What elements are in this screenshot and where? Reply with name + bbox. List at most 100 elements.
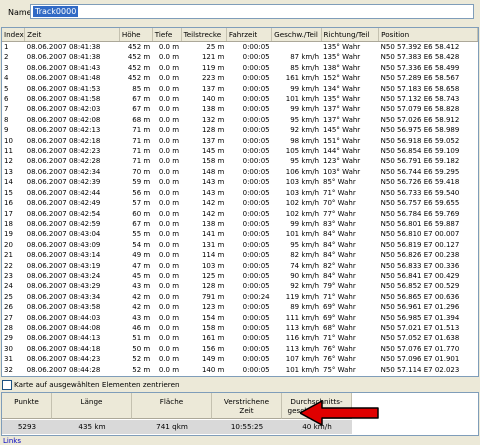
- cell-richtung: 71° Wahr: [323, 188, 356, 197]
- cell-index: 27: [4, 313, 13, 322]
- column-header-fahrzeit[interactable]: Fahrzeit: [226, 28, 273, 42]
- cell-teilstrecke: 128 m: [201, 126, 225, 135]
- cell-index: 3: [4, 63, 9, 72]
- cell-tiefe: 0.0 m: [158, 199, 180, 208]
- table-row[interactable]: 30 08.06.2007 08:44:18 50 m 0.0 m 156 m 0:00:…: [2, 344, 478, 354]
- table-row[interactable]: 16 08.06.2007 08:42:49 57 m 0.0 m 142 m 0:00:…: [2, 198, 478, 208]
- cell-index: 21: [4, 251, 13, 260]
- center-map-checkbox[interactable]: [2, 380, 12, 390]
- cell-hoehe: 43 m: [132, 313, 151, 322]
- table-row[interactable]: 17 08.06.2007 08:42:54 60 m 0.0 m 142 m 0:00:…: [2, 209, 478, 219]
- table-row[interactable]: 15 08.06.2007 08:42:44 56 m 0.0 m 143 m 0:00:…: [2, 188, 478, 198]
- table-row[interactable]: 27 08.06.2007 08:44:03 43 m 0.0 m 154 m 0:00:…: [2, 313, 478, 323]
- table-row[interactable]: 6 08.06.2007 08:41:58 67 m 0.0 m 140 m 0:00:0…: [2, 94, 478, 104]
- table-row[interactable]: 22 08.06.2007 08:43:19 47 m 0.0 m 103 m 0:00:…: [2, 261, 478, 271]
- column-header-geschwindigkeit[interactable]: Geschw./Teil: [271, 28, 322, 42]
- cell-zeit: 08.06.2007 08:42:44: [26, 188, 101, 197]
- cell-richtung: 84° Wahr: [323, 251, 356, 260]
- cell-geschwindigkeit: 106 km/h: [285, 167, 320, 176]
- cell-fahrzeit: 0:00:05: [242, 147, 270, 156]
- column-header-position[interactable]: Position: [378, 28, 478, 42]
- cell-geschwindigkeit: 111 km/h: [285, 313, 320, 322]
- cell-position: N50 56.819 E7 00.127: [380, 240, 460, 249]
- table-row[interactable]: 9 08.06.2007 08:42:13 71 m 0.0 m 128 m 0:00:0…: [2, 125, 478, 135]
- cell-teilstrecke: 791 m: [201, 292, 225, 301]
- column-header-hoehe[interactable]: Höhe: [119, 28, 153, 42]
- cell-tiefe: 0.0 m: [158, 230, 180, 239]
- cell-hoehe: 45 m: [132, 271, 151, 280]
- table-row[interactable]: 24 08.06.2007 08:43:29 43 m 0.0 m 128 m 0:00:…: [2, 281, 478, 291]
- table-row[interactable]: 18 08.06.2007 08:42:59 67 m 0.0 m 138 m 0:00:…: [2, 219, 478, 229]
- table-row[interactable]: 26 08.06.2007 08:43:58 42 m 0.0 m 123 m 0:00:…: [2, 302, 478, 312]
- cell-richtung: 82° Wahr: [323, 261, 356, 270]
- cell-zeit: 08.06.2007 08:42:03: [26, 105, 101, 114]
- cell-richtung: 151° Wahr: [323, 136, 361, 145]
- cell-hoehe: 59 m: [132, 178, 151, 187]
- table-row[interactable]: 3 08.06.2007 08:41:43 452 m 0.0 m 119 m 0:00:…: [2, 63, 478, 73]
- cell-geschwindigkeit: 101 km/h: [285, 95, 320, 104]
- cell-fahrzeit: 0:00:24: [242, 292, 270, 301]
- table-row[interactable]: 29 08.06.2007 08:44:13 51 m 0.0 m 161 m 0:00:…: [2, 333, 478, 343]
- cell-richtung: 135° Wahr: [323, 53, 361, 62]
- table-row[interactable]: 25 08.06.2007 08:43:34 42 m 0.0 m 791 m 0:00:…: [2, 292, 478, 302]
- cell-index: 1: [4, 43, 9, 51]
- cell-fahrzeit: 0:00:05: [242, 219, 270, 228]
- column-header-richtung[interactable]: Richtung/Teil: [321, 28, 380, 42]
- cell-teilstrecke: 131 m: [201, 240, 225, 249]
- cell-geschwindigkeit: 85 km/h: [290, 63, 320, 72]
- cell-richtung: 77° Wahr: [323, 209, 356, 218]
- column-header-teilstrecke[interactable]: Teilstrecke: [181, 28, 227, 42]
- table-row[interactable]: 8 08.06.2007 08:42:08 68 m 0.0 m 132 m 0:00:0…: [2, 115, 478, 125]
- table-row[interactable]: 11 08.06.2007 08:42:23 71 m 0.0 m 145 m 0:00:…: [2, 146, 478, 156]
- cell-geschwindigkeit: 95 km/h: [290, 240, 320, 249]
- table-row[interactable]: 4 08.06.2007 08:41:48 452 m 0.0 m 223 m 0:00:…: [2, 73, 478, 83]
- cell-position: N50 57.183 E6 58.658: [380, 84, 460, 93]
- table-row[interactable]: 31 08.06.2007 08:44:23 52 m 0.0 m 149 m 0:00:…: [2, 354, 478, 364]
- cell-zeit: 08.06.2007 08:41:43: [26, 63, 101, 72]
- links-tab[interactable]: Links: [3, 437, 21, 445]
- table-row[interactable]: 20 08.06.2007 08:43:09 54 m 0.0 m 131 m 0:00:…: [2, 240, 478, 250]
- cell-hoehe: 67 m: [132, 219, 151, 228]
- table-row[interactable]: 23 08.06.2007 08:43:24 45 m 0.0 m 125 m 0:00:…: [2, 271, 478, 281]
- cell-zeit: 08.06.2007 08:43:58: [26, 303, 101, 312]
- summary-header-line: Zeit: [239, 406, 254, 415]
- column-header-zeit[interactable]: Zeit: [24, 28, 120, 42]
- table-row[interactable]: 7 08.06.2007 08:42:03 67 m 0.0 m 138 m 0:00:0…: [2, 104, 478, 114]
- cell-index: 2: [4, 53, 9, 62]
- table-row[interactable]: 13 08.06.2007 08:42:34 70 m 0.0 m 148 m 0:00:…: [2, 167, 478, 177]
- column-header-index[interactable]: Index: [2, 28, 26, 42]
- name-input[interactable]: Track0000: [30, 4, 474, 19]
- cell-geschwindigkeit: [272, 42, 321, 53]
- table-row[interactable]: 14 08.06.2007 08:42:39 59 m 0.0 m 143 m 0:00:…: [2, 177, 478, 187]
- cell-index: 7: [4, 105, 9, 114]
- table-row[interactable]: 5 08.06.2007 08:41:53 85 m 0.0 m 137 m 0:00:0…: [2, 84, 478, 94]
- cell-index: 9: [4, 126, 9, 135]
- cell-position: N50 57.392 E6 58.412: [380, 43, 460, 51]
- track-points-table[interactable]: Index Zeit Höhe Tiefe Teilstrecke Fahrzeit Ges…: [1, 27, 479, 377]
- table-row[interactable]: 2 08.06.2007 08:41:38 452 m 0.0 m 121 m 0:00:…: [2, 52, 478, 62]
- cell-richtung: 85° Wahr: [323, 178, 356, 187]
- cell-teilstrecke: 142 m: [201, 199, 225, 208]
- table-row[interactable]: 32 08.06.2007 08:44:28 52 m 0.0 m 140 m 0:00:…: [2, 365, 478, 375]
- table-row[interactable]: 12 08.06.2007 08:42:28 71 m 0.0 m 158 m 0:00:…: [2, 156, 478, 166]
- cell-teilstrecke: 125 m: [201, 271, 225, 280]
- table-row[interactable]: 28 08.06.2007 08:44:08 46 m 0.0 m 158 m 0:00:…: [2, 323, 478, 333]
- cell-fahrzeit: 0:00:05: [242, 271, 270, 280]
- table-row[interactable]: 19 08.06.2007 08:43:04 55 m 0.0 m 141 m 0:00:…: [2, 229, 478, 239]
- table-row[interactable]: 21 08.06.2007 08:43:14 49 m 0.0 m 114 m 0:00:…: [2, 250, 478, 260]
- cell-teilstrecke: 148 m: [201, 167, 225, 176]
- cell-zeit: 08.06.2007 08:44:23: [26, 355, 101, 364]
- table-row[interactable]: 10 08.06.2007 08:42:18 71 m 0.0 m 137 m 0:00:…: [2, 136, 478, 146]
- cell-zeit: 08.06.2007 08:43:24: [26, 271, 101, 280]
- cell-hoehe: 42 m: [132, 303, 151, 312]
- cell-index: 19: [4, 230, 13, 239]
- cell-hoehe: 85 m: [132, 84, 151, 93]
- cell-teilstrecke: 149 m: [201, 355, 225, 364]
- table-row[interactable]: 1 08.06.2007 08:41:38 452 m 0.0 m 25 m 0:00:0…: [2, 42, 478, 53]
- cell-tiefe: 0.0 m: [158, 136, 180, 145]
- cell-position: N50 56.826 E7 00.238: [380, 251, 460, 260]
- cell-teilstrecke: 138 m: [201, 105, 225, 114]
- column-header-tiefe[interactable]: Tiefe: [152, 28, 182, 42]
- cell-teilstrecke: 143 m: [201, 178, 225, 187]
- cell-geschwindigkeit: 89 km/h: [290, 303, 320, 312]
